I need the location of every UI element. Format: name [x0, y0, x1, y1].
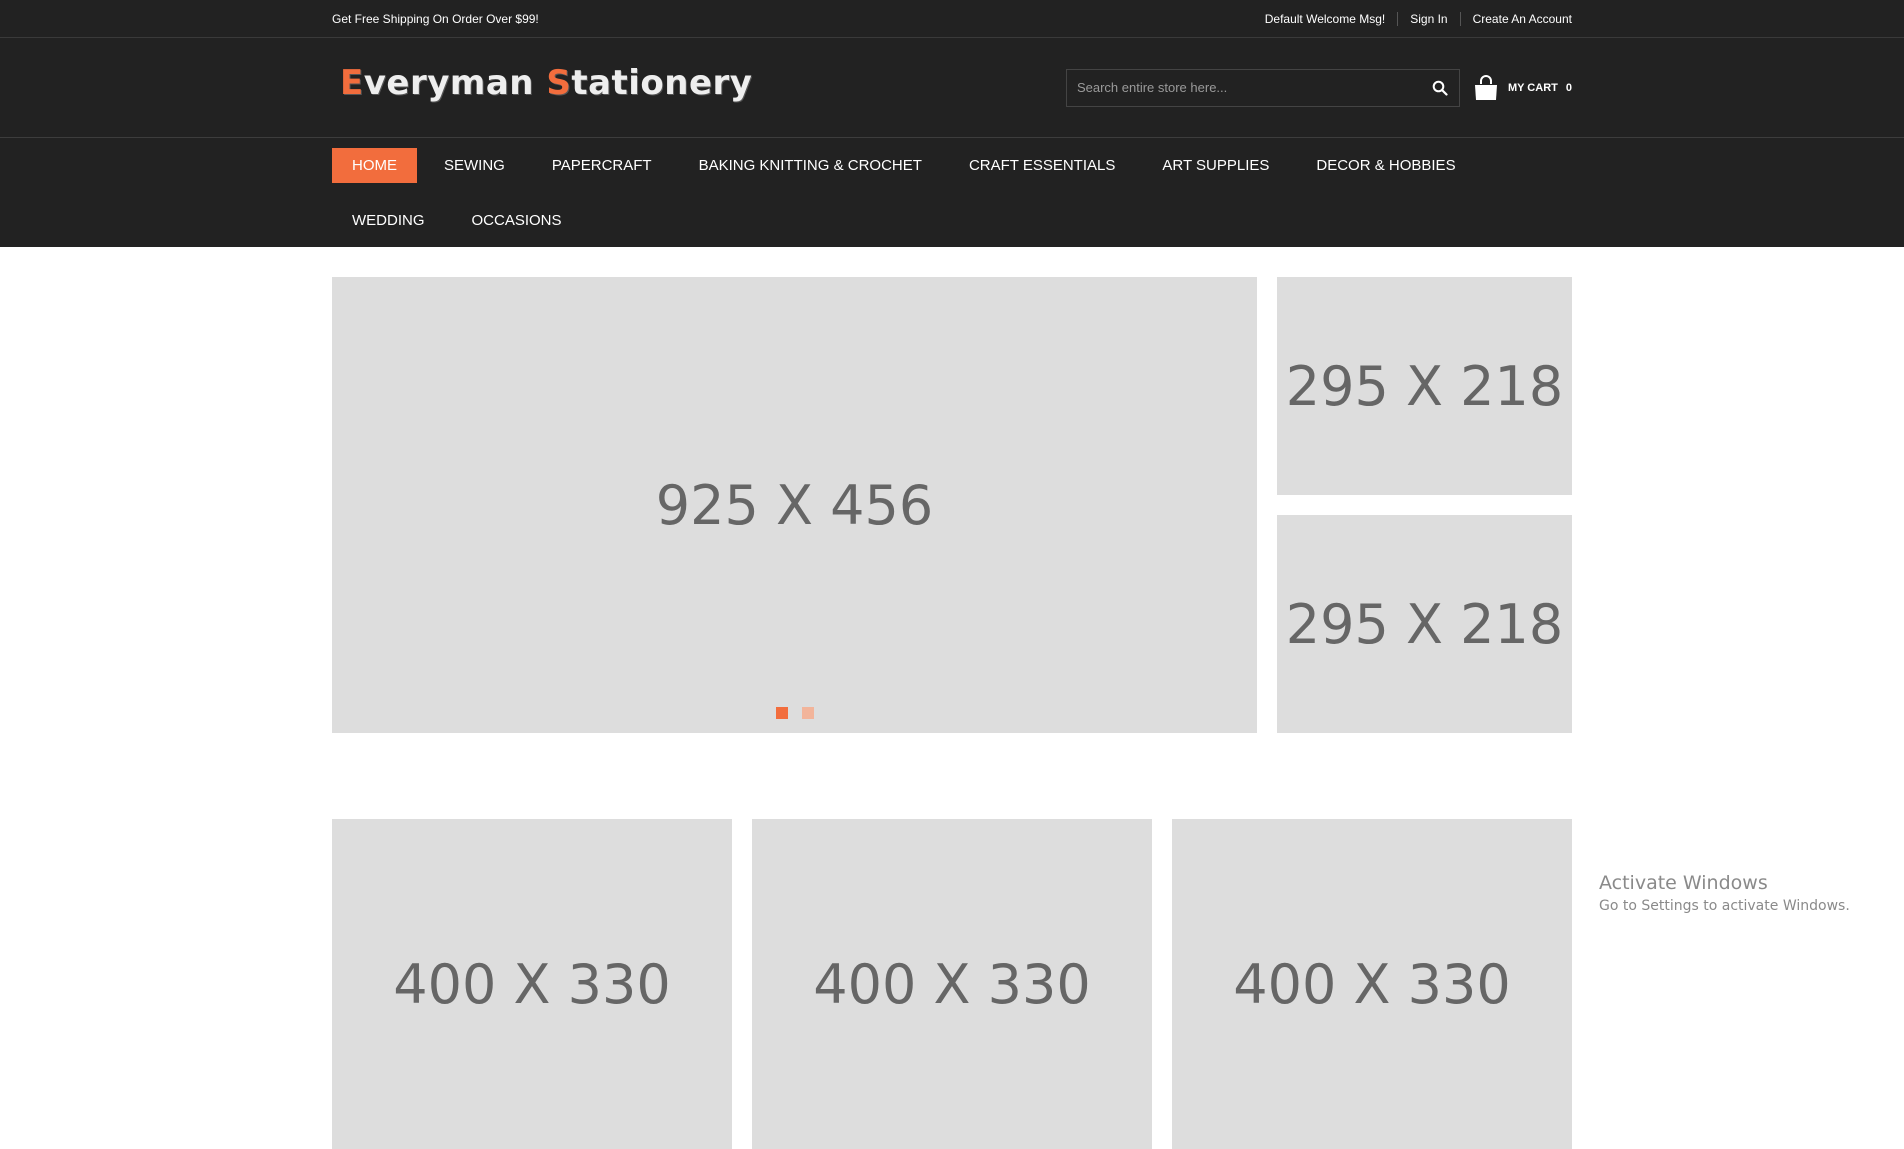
search-button[interactable] [1421, 70, 1459, 106]
shopping-bag-icon [1474, 74, 1497, 100]
watermark-title: Activate Windows [1599, 872, 1768, 894]
slider-dot[interactable] [775, 707, 788, 719]
cart-count: 0 [1565, 81, 1572, 94]
placeholder-text: 400 X 330 [393, 952, 671, 1016]
main-slider[interactable]: 925 X 456 [332, 277, 1257, 733]
cart-label: MY CART [1507, 81, 1558, 94]
slider-placeholder-text: 925 X 456 [655, 473, 934, 537]
nav-item-home[interactable]: HOME [332, 148, 417, 183]
placeholder-text: 400 X 330 [813, 952, 1091, 1016]
slider-dot[interactable] [801, 707, 814, 719]
promo-banner[interactable]: 400 X 330 [1172, 819, 1572, 1149]
nav-item-craft-essentials[interactable]: CRAFT ESSENTIALS [949, 148, 1135, 183]
placeholder-text: 400 X 330 [1233, 952, 1511, 1016]
promo-banners: 400 X 330 400 X 330 400 X 330 [332, 819, 1572, 1149]
shipping-promo: Get Free Shipping On Order Over $99! [332, 11, 539, 26]
nav-item-baking-knitting-crochet[interactable]: BAKING KNITTING & CROCHET [679, 148, 942, 183]
search-icon [1432, 80, 1448, 96]
main-content: 925 X 456 295 X 218 295 X 218 400 X 330 [0, 247, 1904, 1149]
nav-item-papercraft[interactable]: PAPERCRAFT [532, 148, 672, 183]
header-actions: MY CART 0 [1065, 68, 1572, 107]
watermark-subtitle: Go to Settings to activate Windows. [1599, 898, 1850, 914]
windows-activation-watermark: Activate Windows Go to Settings to activ… [1599, 872, 1850, 914]
divider [1397, 11, 1399, 26]
nav-item-art-supplies[interactable]: ART SUPPLIES [1142, 148, 1289, 183]
nav-item-wedding[interactable]: WEDDING [332, 203, 445, 238]
search-box [1065, 68, 1460, 107]
create-account-link[interactable]: Create An Account [1473, 12, 1572, 26]
nav-item-occasions[interactable]: OCCASIONS [452, 203, 582, 238]
side-banner-bottom[interactable]: 295 X 218 [1277, 515, 1572, 733]
side-banners: 295 X 218 295 X 218 [1277, 277, 1572, 733]
nav-item-decor-hobbies[interactable]: DECOR & HOBBIES [1296, 148, 1475, 183]
slider-pagination [332, 707, 1257, 719]
nav-item-sewing[interactable]: SEWING [424, 148, 525, 183]
divider [1459, 11, 1461, 26]
promo-banner[interactable]: 400 X 330 [332, 819, 732, 1149]
top-bar: Get Free Shipping On Order Over $99! Def… [0, 0, 1904, 38]
top-links: Default Welcome Msg! Sign In Create An A… [1264, 11, 1572, 26]
site-logo[interactable]: Everyman Stationery [340, 63, 752, 103]
mini-cart[interactable]: MY CART 0 [1472, 74, 1572, 102]
sign-in-link[interactable]: Sign In [1410, 12, 1447, 26]
welcome-message: Default Welcome Msg! [1264, 11, 1386, 26]
site-header: Get Free Shipping On Order Over $99! Def… [0, 0, 1904, 247]
main-navigation: HOME SEWING PAPERCRAFT BAKING KNITTING &… [0, 138, 1904, 248]
header-main: Everyman Stationery Search entire store … [0, 38, 1904, 138]
side-banner-top[interactable]: 295 X 218 [1277, 277, 1572, 495]
banner-section: 925 X 456 295 X 218 295 X 218 [332, 277, 1572, 733]
promo-banner[interactable]: 400 X 330 [752, 819, 1152, 1149]
placeholder-text: 295 X 218 [1285, 354, 1564, 418]
placeholder-text: 295 X 218 [1285, 592, 1564, 656]
search-input[interactable] [1066, 80, 1421, 95]
